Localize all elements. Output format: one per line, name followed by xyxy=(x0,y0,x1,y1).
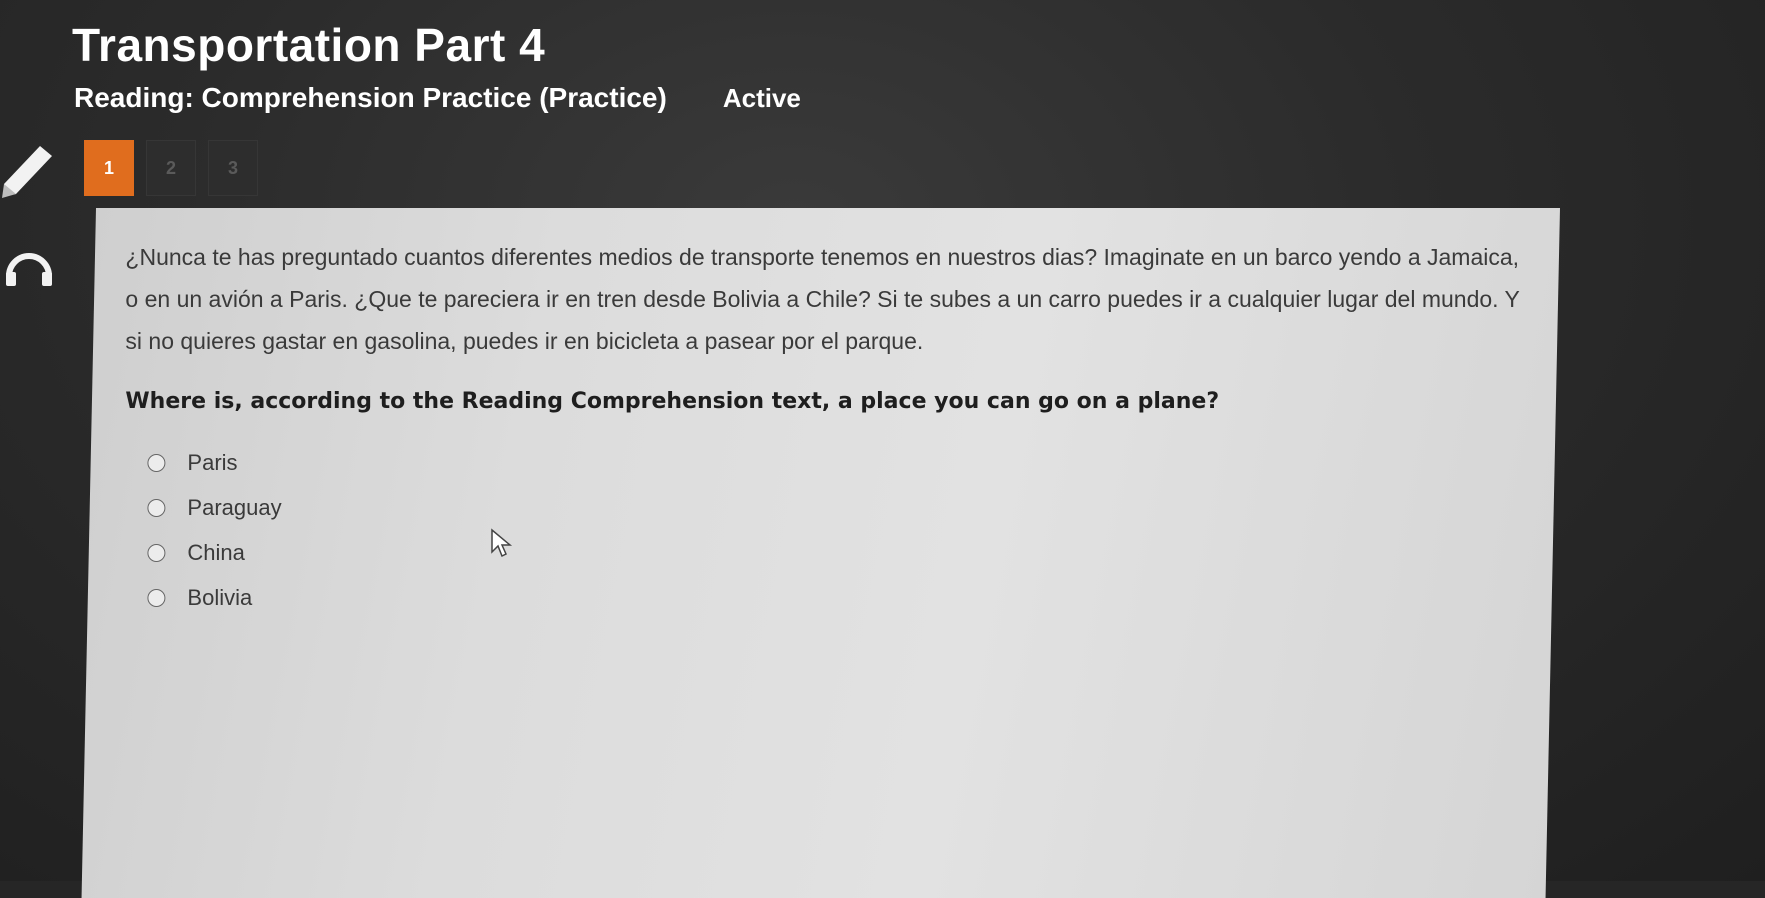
answer-option-label: Bolivia xyxy=(187,584,253,610)
radio-button[interactable] xyxy=(147,543,166,562)
radio-button[interactable] xyxy=(147,588,166,607)
content-panel: ¿Nunca te has preguntado cuantos diferen… xyxy=(81,208,1561,898)
headphones-icon xyxy=(6,253,52,286)
screen: Transportation Part 4 Reading: Comprehen… xyxy=(0,0,1765,898)
answer-option[interactable]: Paraguay xyxy=(147,485,1525,530)
activity-header: Reading: Comprehension Practice (Practic… xyxy=(74,82,801,114)
radio-button[interactable] xyxy=(147,498,166,517)
answer-option-label: China xyxy=(187,539,245,565)
page-button-3[interactable]: 3 xyxy=(208,140,258,196)
answer-option[interactable]: Paris xyxy=(147,440,1525,485)
answer-option[interactable]: Bolivia xyxy=(147,575,1525,620)
audio-tool-button[interactable] xyxy=(4,244,54,288)
answer-option[interactable]: China xyxy=(147,530,1525,575)
content-inner: ¿Nunca te has preguntado cuantos diferen… xyxy=(125,236,1525,620)
answer-options: Paris Paraguay China Bolivia xyxy=(147,440,1525,620)
page-button-2[interactable]: 2 xyxy=(146,140,196,196)
answer-option-label: Paris xyxy=(187,449,238,475)
radio-button[interactable] xyxy=(147,453,166,472)
pencil-tool-button[interactable] xyxy=(0,140,60,200)
activity-title: Reading: Comprehension Practice (Practic… xyxy=(74,82,667,113)
question-text: Where is, according to the Reading Compr… xyxy=(125,389,1220,414)
question-pager: 1 2 3 xyxy=(84,140,258,196)
answer-option-label: Paraguay xyxy=(187,494,282,520)
page-button-1[interactable]: 1 xyxy=(84,140,134,196)
reading-passage: ¿Nunca te has preguntado cuantos diferen… xyxy=(125,244,1520,354)
status-label: Active xyxy=(722,82,801,113)
page-title: Transportation Part 4 xyxy=(72,19,546,71)
pencil-icon xyxy=(2,146,52,198)
mouse-cursor-icon xyxy=(491,528,513,558)
